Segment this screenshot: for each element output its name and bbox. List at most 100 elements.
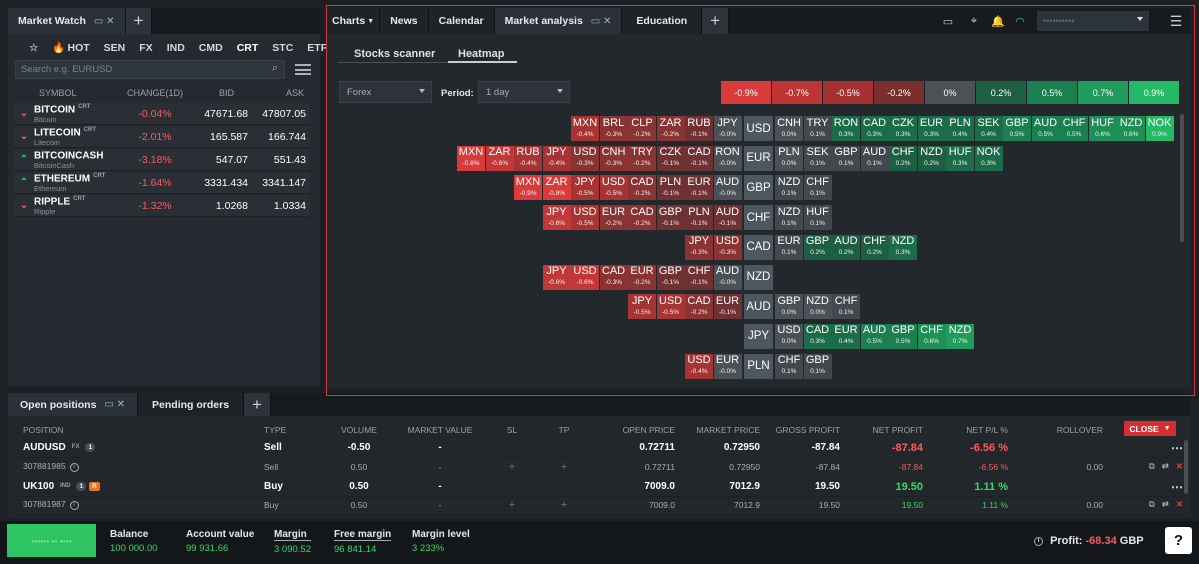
close-icon[interactable]: ✕ bbox=[1176, 461, 1183, 471]
heatmap-cell[interactable]: USD -0.5% bbox=[571, 205, 599, 231]
more-icon[interactable]: ⋯ bbox=[1171, 480, 1183, 494]
heatmap-cell[interactable]: CAD -0.1% bbox=[685, 145, 713, 171]
period-select[interactable]: 1 day bbox=[478, 81, 570, 103]
table-row[interactable]: UK100 IND 1 R Buy 0.50 - 7009.0 7012.9 19.5… bbox=[14, 477, 1184, 497]
heatmap-cell[interactable]: PLN -0.1% bbox=[656, 175, 685, 201]
more-icon[interactable]: ⋯ bbox=[1171, 441, 1183, 455]
heatmap-cell[interactable]: MXN -0.9% bbox=[514, 175, 542, 201]
heatmap-cell[interactable]: JPY -0.5% bbox=[628, 294, 656, 320]
category-crt[interactable]: CRT bbox=[230, 42, 266, 54]
heatmap-cell[interactable]: NZD 0.7% bbox=[946, 323, 974, 349]
heatmap-cell[interactable]: SEK 0.4% bbox=[974, 116, 1003, 141]
subtab-heatmap[interactable]: Heatmap bbox=[458, 48, 504, 60]
heatmap-cell[interactable]: GBP 0.1% bbox=[832, 145, 860, 171]
popout-close-icon[interactable]: ▭ ✕ bbox=[104, 399, 125, 410]
heatmap-cell[interactable]: USD -0.5% bbox=[599, 175, 628, 201]
heatmap-cell[interactable]: RON -0.0% bbox=[713, 145, 742, 171]
ask-cell[interactable]: 551.43 bbox=[248, 154, 306, 166]
heatmap-cell[interactable]: PLN -0.1% bbox=[685, 205, 713, 231]
reverse-icon[interactable]: ⇄ bbox=[1162, 461, 1169, 471]
heatmap-cell[interactable]: CAD 0.3% bbox=[860, 116, 889, 141]
heatmap-cell[interactable]: CAD -0.3% bbox=[599, 264, 628, 290]
add-tab-button[interactable]: + bbox=[244, 393, 271, 416]
ask-cell[interactable]: 3341.147 bbox=[248, 177, 306, 189]
heatmap-cell[interactable]: JPY -0.6% bbox=[542, 264, 571, 290]
heatmap-cell[interactable]: JPY -0.3% bbox=[685, 234, 713, 260]
heatmap-cell[interactable]: NZD 0.1% bbox=[775, 175, 803, 201]
heatmap-cell[interactable]: JPY -0.6% bbox=[542, 205, 571, 231]
table-row[interactable]: ⌄ LITECOIN CRT Litecoin -2.01% 165.587 166… bbox=[14, 126, 310, 148]
heatmap-cell[interactable]: EUR 0.4% bbox=[832, 323, 860, 349]
tab-pending-orders[interactable]: Pending orders bbox=[138, 393, 245, 416]
heatmap-cell[interactable]: AUD 0.2% bbox=[832, 234, 860, 260]
bid-cell[interactable]: 47671.68 bbox=[186, 108, 248, 120]
heatmap-cell[interactable]: EUR -0.1% bbox=[685, 175, 713, 201]
heatmap-cell[interactable]: CHF 0.6% bbox=[917, 323, 946, 349]
star-icon[interactable]: ☆ bbox=[22, 42, 45, 54]
table-row[interactable]: 307881987 i Buy 0.50 - + + 7009.0 7012.9 … bbox=[14, 495, 1184, 515]
heatmap-cell[interactable]: AUD 0.5% bbox=[860, 323, 889, 349]
heatmap-cell[interactable]: ZAR -0.2% bbox=[656, 116, 685, 141]
heatmap-cell[interactable]: HUF 0.1% bbox=[803, 205, 832, 231]
heatmap-cell[interactable]: USD 0.0% bbox=[775, 323, 803, 349]
heatmap-cell[interactable]: CHF 0.2% bbox=[889, 145, 917, 171]
close-icon[interactable]: ✕ bbox=[1176, 499, 1183, 509]
layout-icon[interactable]: ▭ bbox=[935, 8, 961, 34]
tab-open-positions[interactable]: Open positions ▭ ✕ bbox=[8, 393, 139, 416]
heatmap-cell[interactable]: TRY -0.2% bbox=[628, 145, 656, 171]
heatmap-cell[interactable]: CLP -0.2% bbox=[628, 116, 656, 141]
heatmap-cell[interactable]: EUR 0.1% bbox=[775, 234, 803, 260]
reverse-icon[interactable]: ⇄ bbox=[1162, 499, 1169, 509]
heatmap-cell[interactable]: CAD 0.3% bbox=[803, 323, 832, 349]
table-row[interactable]: ⌄ BITCOIN CRT Bitcoin -0.04% 47671.68 4780… bbox=[14, 103, 310, 125]
heatmap-cell[interactable]: EUR -0.1% bbox=[713, 294, 742, 320]
heatmap-cell[interactable]: GBP 0.5% bbox=[889, 323, 917, 349]
bid-cell[interactable]: 165.587 bbox=[186, 131, 248, 143]
heatmap-cell[interactable]: CHF 0.1% bbox=[832, 294, 860, 320]
heatmap-cell[interactable]: JPY -0.0% bbox=[713, 116, 742, 141]
tab-market-watch[interactable]: Market Watch ▭ ✕ bbox=[8, 8, 126, 34]
heatmap-cell[interactable]: NZD 0.6% bbox=[1117, 116, 1145, 141]
category-cmd[interactable]: CMD bbox=[192, 42, 230, 54]
bid-cell[interactable]: 1.0268 bbox=[186, 200, 248, 212]
tp-cell[interactable]: + bbox=[538, 499, 590, 511]
heatmap-cell[interactable]: ZAR -0.6% bbox=[485, 145, 514, 171]
heatmap-cell[interactable]: AUD 0.1% bbox=[860, 145, 889, 171]
heatmap-cell[interactable]: CHF -0.1% bbox=[685, 264, 713, 290]
popout-close-icon[interactable]: ▭ ✕ bbox=[94, 16, 115, 27]
table-row[interactable]: AUDUSD FX 1 Sell -0.50 - 0.72711 0.72950 -… bbox=[14, 438, 1184, 458]
tab-market-analysis[interactable]: Market analysis ▭ ✕ bbox=[494, 8, 623, 34]
popout-close-icon[interactable]: ▭ ✕ bbox=[591, 16, 612, 27]
network-icon[interactable]: ⌖ bbox=[961, 8, 987, 34]
scrollbar[interactable] bbox=[1184, 440, 1188, 494]
heatmap-cell[interactable]: HUF 0.3% bbox=[946, 145, 974, 171]
heatmap-cell[interactable]: CHF 0.1% bbox=[803, 175, 832, 201]
search-icon[interactable]: ⌕ bbox=[272, 62, 278, 75]
heatmap-cell[interactable]: JPY -0.4% bbox=[542, 145, 571, 171]
heatmap-cell[interactable]: BRL -0.3% bbox=[599, 116, 628, 141]
tab-charts[interactable]: Charts ▼ bbox=[327, 8, 381, 34]
tab-news[interactable]: News bbox=[380, 8, 429, 34]
deposit-button[interactable]: •••••• •• •••• bbox=[7, 524, 96, 557]
heatmap-cell[interactable]: NZD 0.3% bbox=[889, 234, 917, 260]
heatmap-cell[interactable]: GBP 0.1% bbox=[803, 353, 832, 379]
category-ind[interactable]: IND bbox=[160, 42, 192, 54]
table-row[interactable]: ⌄ RIPPLE CRT Ripple -1.32% 1.0268 1.0334 bbox=[14, 195, 310, 217]
heatmap-cell[interactable]: NOK 0.3% bbox=[974, 145, 1003, 171]
heatmap-cell[interactable]: GBP -0.1% bbox=[656, 264, 685, 290]
heatmap-cell[interactable]: CZK -0.1% bbox=[656, 145, 685, 171]
category-fx[interactable]: FX bbox=[132, 42, 159, 54]
copy-icon[interactable]: ⧉ bbox=[1149, 499, 1155, 509]
heatmap-cell[interactable]: NZD 0.1% bbox=[775, 205, 803, 231]
heatmap-cell[interactable]: GBP -0.1% bbox=[656, 205, 685, 231]
heatmap-cell[interactable]: SEK 0.1% bbox=[803, 145, 832, 171]
heatmap-cell[interactable]: GBP 0.2% bbox=[803, 234, 832, 260]
heatmap-cell[interactable]: AUD -0.1% bbox=[713, 205, 742, 231]
sl-cell[interactable]: + bbox=[486, 499, 538, 511]
help-button[interactable]: ? bbox=[1165, 527, 1192, 554]
heatmap-cell[interactable]: EUR 0.3% bbox=[917, 116, 946, 141]
heatmap-cell[interactable]: ZAR -0.8% bbox=[542, 175, 571, 201]
ask-cell[interactable]: 166.744 bbox=[248, 131, 306, 143]
heatmap-cell[interactable]: USD -0.3% bbox=[713, 234, 742, 260]
heatmap-cell[interactable]: EUR -0.0% bbox=[713, 353, 742, 379]
